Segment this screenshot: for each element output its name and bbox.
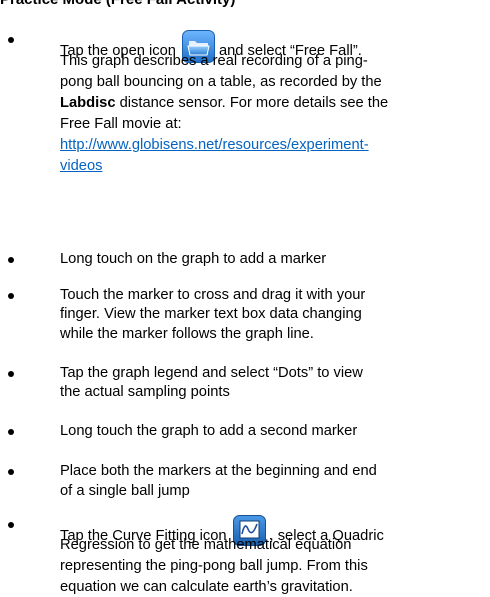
instruction-text: Regression to get the mathematical equat… [60, 537, 352, 553]
text-line: while the marker follows the graph line. [60, 325, 314, 344]
resource-link[interactable]: videos [60, 158, 102, 174]
instruction-text: Touch the marker to cross and drag it wi… [60, 287, 366, 303]
text-line: Touch the marker to cross and drag it wi… [60, 286, 365, 305]
bold-text: Labdisc [60, 95, 116, 111]
text-line: pong ball bouncing on a table, as record… [60, 73, 382, 92]
instruction-text: Long touch the graph to add a second mar… [60, 423, 358, 439]
instruction-text: while the marker follows the graph line. [60, 326, 314, 342]
instruction-text: Free Fall movie at: [60, 116, 182, 132]
text-line: Tap the graph legend and select “Dots” t… [60, 364, 363, 383]
resource-link[interactable]: http://www.globisens.net/resources/exper… [60, 137, 369, 153]
text-line: finger. View the marker text box data ch… [60, 305, 362, 324]
instruction-text: representing the ping-pong ball jump. Fr… [60, 558, 368, 574]
text-line: This graph describes a real recording of… [60, 52, 368, 71]
instruction-text: distance sensor. For more details see th… [115, 95, 389, 111]
text-line: Free Fall movie at: [60, 115, 182, 134]
instruction-list: Tap the open icon and select “Free Fall”.… [0, 0, 490, 595]
instruction-text: the actual sampling points [60, 384, 230, 400]
text-line: Regression to get the mathematical equat… [60, 536, 351, 555]
instruction-text: equation we can calculate earth’s gravit… [60, 579, 353, 595]
instruction-text: Place both the markers at the beginning … [60, 463, 377, 479]
instruction-text: This graph describes a real recording of… [60, 53, 368, 69]
text-line: representing the ping-pong ball jump. Fr… [60, 557, 368, 576]
text-line: Labdisc distance sensor. For more detail… [60, 94, 388, 113]
text-line: Place both the markers at the beginning … [60, 462, 377, 481]
text-line: of a single ball jump [60, 482, 190, 501]
text-line: Long touch on the graph to add a marker [60, 250, 326, 269]
instruction-text: Tap the graph legend and select “Dots” t… [60, 365, 363, 381]
instruction-text: Long touch on the graph to add a marker [60, 251, 327, 267]
instruction-text: finger. View the marker text box data ch… [60, 306, 362, 322]
text-line: Long touch the graph to add a second mar… [60, 422, 357, 441]
text-line: the actual sampling points [60, 383, 230, 402]
text-line: videos [60, 157, 102, 176]
instruction-text: of a single ball jump [60, 483, 190, 499]
instruction-text: pong ball bouncing on a table, as record… [60, 74, 382, 90]
text-line: http://www.globisens.net/resources/exper… [60, 136, 369, 155]
